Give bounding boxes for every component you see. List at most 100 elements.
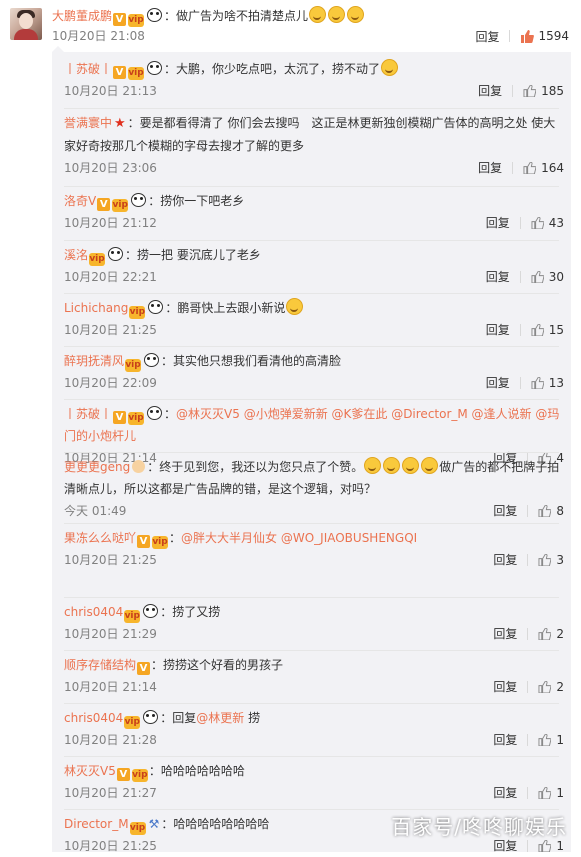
laugh-emoji-icon (402, 457, 420, 474)
row-divider (64, 293, 559, 294)
reply-button[interactable]: 回复 (486, 266, 510, 288)
main-comment: 大鹏董成鹏 Vvip ：做广告为啥不拍清楚点儿 10月20日 21:08 回复 15… (0, 0, 581, 52)
thumbs-up-icon[interactable] (531, 324, 544, 336)
reply-text: 果冻么么哒吖 Vvip：@胖大大半月仙女 @WO_JIAOBUSHENGQI (64, 527, 564, 549)
reply-button[interactable]: 回复 (478, 157, 502, 179)
reply-actions: 回复 1 (493, 782, 564, 804)
reply-username[interactable]: 林灭灭V5 (64, 764, 116, 778)
reply-text-part: ：回复 (160, 711, 197, 725)
reply-username[interactable]: 溪洺 (64, 248, 88, 262)
verified-badge-icon: V (113, 13, 127, 26)
reply-username[interactable]: 洛奇V (64, 194, 96, 208)
reply-text: 丨苏破丨 Vvip ：@林灭灭V5 @小炮弹爱新新 @K爹在此 @Director_… (64, 403, 564, 447)
like-count: 185 (541, 84, 564, 98)
emoji-icon (286, 298, 304, 315)
main-comment-time: 10月20日 21:08 (52, 29, 145, 43)
thumbs-up-icon[interactable] (531, 271, 544, 283)
panda-icon (143, 710, 159, 724)
reply-button[interactable]: 回复 (478, 80, 502, 102)
reply-button[interactable]: 回复 (486, 372, 510, 394)
like-count: 1594 (538, 29, 569, 43)
thumbs-up-icon[interactable] (538, 734, 552, 746)
reply-item: 丨苏破丨 Vvip ：大鹏，你少吃点吧，太沉了，捞不动了 10月20日 21:13 回复… (64, 58, 564, 102)
reply-button[interactable]: 回复 (493, 623, 517, 645)
row-divider (64, 756, 559, 757)
reply-username[interactable]: 誉满寰中 (64, 116, 112, 130)
reply-username[interactable]: chris0404 (64, 605, 123, 619)
divider (519, 377, 521, 389)
reply-text-body: ：哈哈哈哈哈哈哈 (148, 764, 245, 778)
reply-username[interactable]: 醉玥抚清风 (64, 354, 124, 368)
reply-button[interactable]: 回复 (486, 319, 510, 341)
panda-icon (147, 61, 163, 75)
reply-panel: 丨苏破丨 Vvip ：大鹏，你少吃点吧，太沉了，捞不动了 10月20日 21:13 回复… (52, 52, 571, 853)
like-count: 13 (548, 376, 564, 390)
verified-badge-icon: V (116, 768, 130, 781)
thumbs-up-icon[interactable] (531, 377, 544, 389)
reply-username[interactable]: Lichichang (64, 301, 128, 315)
reply-username[interactable]: 更更更geng (64, 460, 130, 474)
vip-badge-icon: vip (128, 412, 145, 425)
reply-button[interactable]: 回复 (493, 676, 517, 698)
reply-text: chris0404vip ：回复@林更新 捞 (64, 707, 564, 729)
reply-username[interactable]: Director_M (64, 817, 129, 831)
reply-text: 洛奇V Vvip ：捞你一下吧老乡 (64, 190, 564, 212)
panda-icon (131, 193, 147, 207)
reply-meta: 10月20日 21:14 回复 2 (64, 676, 564, 698)
reply-meta: 今天 01:49 回复 8 (64, 500, 564, 522)
panda-icon (147, 8, 163, 22)
avatar[interactable] (10, 8, 42, 40)
reply-button[interactable]: 回复 (493, 729, 517, 751)
thumbs-up-icon[interactable] (538, 840, 552, 852)
row-divider (64, 346, 559, 347)
mention-link[interactable]: @林更新 (196, 711, 244, 725)
reply-item: Lichichangvip ：鹏哥快上去跟小新说 10月20日 21:25 回复 15 (64, 297, 564, 341)
panda-icon (143, 604, 159, 618)
emoji-icon (381, 59, 399, 76)
thumbs-up-icon[interactable] (538, 787, 552, 799)
reply-text: Lichichangvip ：鹏哥快上去跟小新说 (64, 297, 564, 319)
thumbs-up-icon[interactable] (523, 162, 537, 174)
thumbs-up-icon[interactable] (538, 628, 552, 640)
thumbs-up-icon[interactable] (531, 217, 544, 229)
reply-text: 溪洺vip ：捞一把 要沉底儿了老乡 (64, 244, 564, 266)
reply-username[interactable]: 丨苏破丨 (64, 62, 112, 76)
main-username[interactable]: 大鹏董成鹏 (52, 9, 112, 23)
reply-actions: 回复 43 (486, 212, 564, 234)
verified-badge-icon: V (137, 535, 151, 548)
row-divider (64, 650, 559, 651)
thumbs-up-icon[interactable] (538, 681, 552, 693)
thumbs-up-icon[interactable] (523, 85, 537, 97)
reply-button[interactable]: 回复 (486, 212, 510, 234)
vip-badge-icon: vip (128, 14, 145, 27)
reply-text-body: ：终于见到您，我还以为您只点了个赞。 (147, 460, 364, 474)
reply-button[interactable]: 回复 (493, 500, 517, 522)
thumbs-up-icon[interactable] (538, 554, 552, 566)
reply-text-body: ：要是都看得清了 你们会去搜吗 这正是林更新独创模糊广告体的高明之处 使大家好奇… (64, 116, 556, 153)
reply-username[interactable]: 顺序存储结构 (64, 658, 136, 672)
like-count: 1 (556, 786, 564, 800)
reply-button[interactable]: 回复 (493, 782, 517, 804)
reply-text-body: ：捞一把 要沉底儿了老乡 (125, 248, 261, 262)
thumbs-up-icon[interactable] (520, 30, 535, 43)
verified-badge-icon: V (137, 662, 151, 675)
reply-time: 10月20日 21:29 (64, 627, 157, 641)
thumbs-up-icon[interactable] (538, 505, 552, 517)
reply-button[interactable]: 回复 (475, 28, 499, 45)
reply-time: 10月20日 21:25 (64, 553, 157, 567)
reply-username[interactable]: 果冻么么哒吖 (64, 531, 136, 545)
reply-meta: 10月20日 21:13 回复 185 (64, 80, 564, 102)
reply-item: 溪洺vip ：捞一把 要沉底儿了老乡 10月20日 22:21 回复 30 (64, 244, 564, 288)
reply-username[interactable]: chris0404 (64, 711, 123, 725)
reply-item: 顺序存储结构 V ：捞捞这个好看的男孩子 10月20日 21:14 回复 2 (64, 654, 564, 698)
divider (527, 554, 529, 566)
like-count: 164 (541, 161, 564, 175)
like-count: 3 (556, 553, 564, 567)
mention-link[interactable]: @胖大大半月仙女 @WO_JIAOBUSHENGQI (181, 531, 417, 545)
reply-actions: 回复 1 (493, 729, 564, 751)
reply-username[interactable]: 丨苏破丨 (64, 407, 112, 421)
laugh-emoji-icon (421, 457, 439, 474)
reply-button[interactable]: 回复 (493, 549, 517, 571)
reply-text: 林灭灭V5 Vvip：哈哈哈哈哈哈哈 (64, 760, 564, 782)
reply-meta: 10月20日 21:28 回复 1 (64, 729, 564, 751)
